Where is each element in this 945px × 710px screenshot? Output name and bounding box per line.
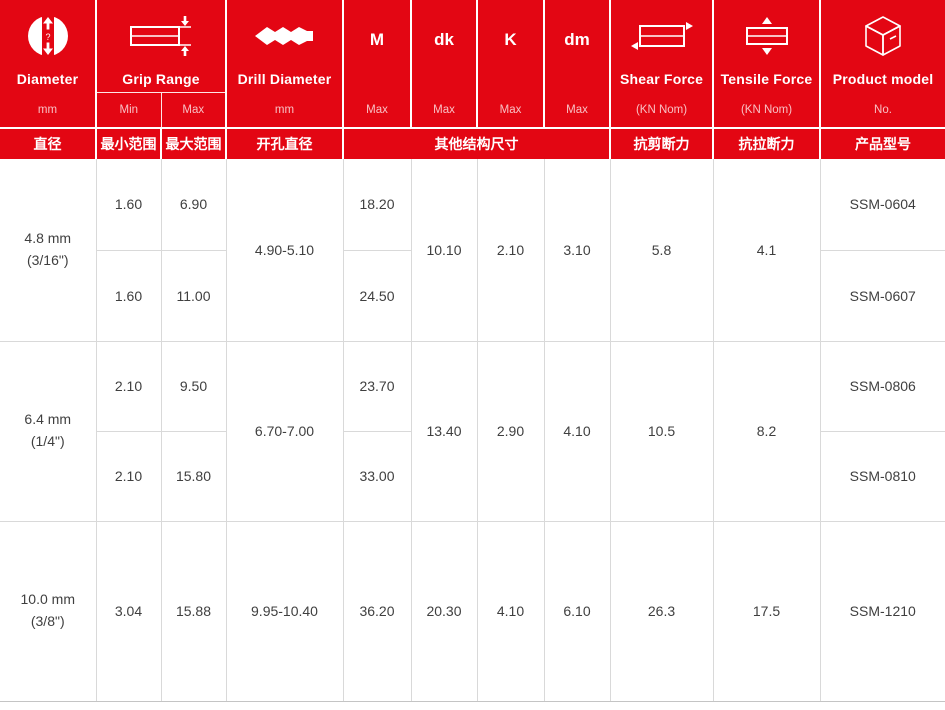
col-header-k: K Max	[477, 0, 544, 128]
header-row-main: ? Diameter mm	[0, 0, 945, 128]
grip-range-label: Grip Range	[97, 66, 225, 92]
diameter-unit: mm	[0, 92, 95, 127]
shear-force-icon	[611, 0, 712, 66]
product-box-icon	[821, 0, 945, 66]
drill-diameter-label: Drill Diameter	[227, 66, 342, 92]
cell-m: 33.00	[343, 431, 411, 521]
cell-product-model: SSM-0607	[820, 250, 945, 341]
cell-grip-min: 2.10	[96, 431, 161, 521]
cn-drill-diameter: 开孔直径	[226, 128, 343, 159]
grip-max-label: Max	[162, 93, 226, 127]
cell-grip-max: 15.88	[161, 521, 226, 701]
table-row: 4.8 mm(3/16") 1.60 6.90 4.90-5.10 18.20 …	[0, 159, 945, 250]
tensile-force-unit: (KN Nom)	[714, 92, 819, 127]
cell-grip-min: 1.60	[96, 159, 161, 250]
cell-grip-min: 1.60	[96, 250, 161, 341]
cell-k: 2.90	[477, 341, 544, 521]
cell-grip-max: 6.90	[161, 159, 226, 250]
k-max-label: Max	[478, 92, 543, 127]
cell-m: 24.50	[343, 250, 411, 341]
col-header-shear-force: Shear Force (KN Nom)	[610, 0, 713, 128]
cell-dk: 20.30	[411, 521, 477, 701]
cell-dm: 3.10	[544, 159, 610, 341]
cell-grip-max: 11.00	[161, 250, 226, 341]
diameter-label: Diameter	[0, 66, 95, 92]
k-label: K	[478, 22, 543, 58]
cell-product-model: SSM-0806	[820, 341, 945, 431]
cell-m: 23.70	[343, 341, 411, 431]
rivet-spec-sheet: ? Diameter mm	[0, 0, 945, 710]
cell-diameter: 6.4 mm(1/4")	[0, 341, 96, 521]
tensile-force-label: Tensile Force	[714, 66, 819, 92]
col-header-drill-diameter: Drill Diameter mm	[226, 0, 343, 128]
cell-tensile-force: 8.2	[713, 341, 820, 521]
shear-force-unit: (KN Nom)	[611, 92, 712, 127]
product-model-label: Product model	[821, 66, 945, 92]
shear-force-label: Shear Force	[611, 66, 712, 92]
tensile-force-icon	[714, 0, 819, 66]
cell-shear-force: 5.8	[610, 159, 713, 341]
cell-diameter: 4.8 mm(3/16")	[0, 159, 96, 341]
col-header-dm: dm Max	[544, 0, 610, 128]
col-header-m: M Max	[343, 0, 411, 128]
cn-grip-max: 最大范围	[161, 128, 226, 159]
spec-table: ? Diameter mm	[0, 0, 945, 702]
cell-dk: 13.40	[411, 341, 477, 521]
svg-text:?: ?	[45, 32, 50, 42]
cell-drill-diameter: 4.90-5.10	[226, 159, 343, 341]
dm-label: dm	[545, 22, 609, 58]
header-row-chinese: 直径 最小范围 最大范围 开孔直径 其他结构尺寸 抗剪断力 抗拉断力 产品型号	[0, 128, 945, 159]
col-header-dk: dk Max	[411, 0, 477, 128]
m-max-label: Max	[344, 92, 410, 127]
cn-grip-min: 最小范围	[96, 128, 161, 159]
col-header-tensile-force: Tensile Force (KN Nom)	[713, 0, 820, 128]
m-label: M	[344, 22, 410, 58]
cell-product-model: SSM-1210	[820, 521, 945, 701]
dk-max-label: Max	[412, 92, 476, 127]
cell-product-model: SSM-0810	[820, 431, 945, 521]
cell-drill-diameter: 9.95-10.40	[226, 521, 343, 701]
cell-dm: 6.10	[544, 521, 610, 701]
cell-m: 36.20	[343, 521, 411, 701]
cell-k: 4.10	[477, 521, 544, 701]
cell-grip-min: 3.04	[96, 521, 161, 701]
grip-range-icon	[97, 0, 225, 66]
cn-shear-force: 抗剪断力	[610, 128, 713, 159]
cell-dk: 10.10	[411, 159, 477, 341]
cell-diameter: 10.0 mm(3/8")	[0, 521, 96, 701]
dk-label: dk	[412, 22, 476, 58]
cn-product-model: 产品型号	[820, 128, 945, 159]
col-header-product-model: Product model No.	[820, 0, 945, 128]
cell-grip-max: 9.50	[161, 341, 226, 431]
cn-other-dimensions: 其他结构尺寸	[343, 128, 610, 159]
drill-bit-icon	[227, 0, 342, 66]
cell-tensile-force: 4.1	[713, 159, 820, 341]
cell-drill-diameter: 6.70-7.00	[226, 341, 343, 521]
cell-m: 18.20	[343, 159, 411, 250]
diameter-icon: ?	[0, 0, 95, 66]
cell-grip-min: 2.10	[96, 341, 161, 431]
dm-max-label: Max	[545, 92, 609, 127]
table-row: 10.0 mm(3/8") 3.04 15.88 9.95-10.40 36.2…	[0, 521, 945, 701]
grip-min-label: Min	[97, 93, 162, 127]
col-header-diameter: ? Diameter mm	[0, 0, 96, 128]
cell-shear-force: 26.3	[610, 521, 713, 701]
cell-shear-force: 10.5	[610, 341, 713, 521]
table-row: 6.4 mm(1/4") 2.10 9.50 6.70-7.00 23.70 1…	[0, 341, 945, 431]
cell-dm: 4.10	[544, 341, 610, 521]
cell-product-model: SSM-0604	[820, 159, 945, 250]
cell-grip-max: 15.80	[161, 431, 226, 521]
cell-tensile-force: 17.5	[713, 521, 820, 701]
drill-diameter-unit: mm	[227, 92, 342, 127]
col-header-grip-range: Grip Range Min Max	[96, 0, 226, 128]
cn-tensile-force: 抗拉断力	[713, 128, 820, 159]
cell-k: 2.10	[477, 159, 544, 341]
product-model-unit: No.	[821, 92, 945, 127]
cn-diameter: 直径	[0, 128, 96, 159]
